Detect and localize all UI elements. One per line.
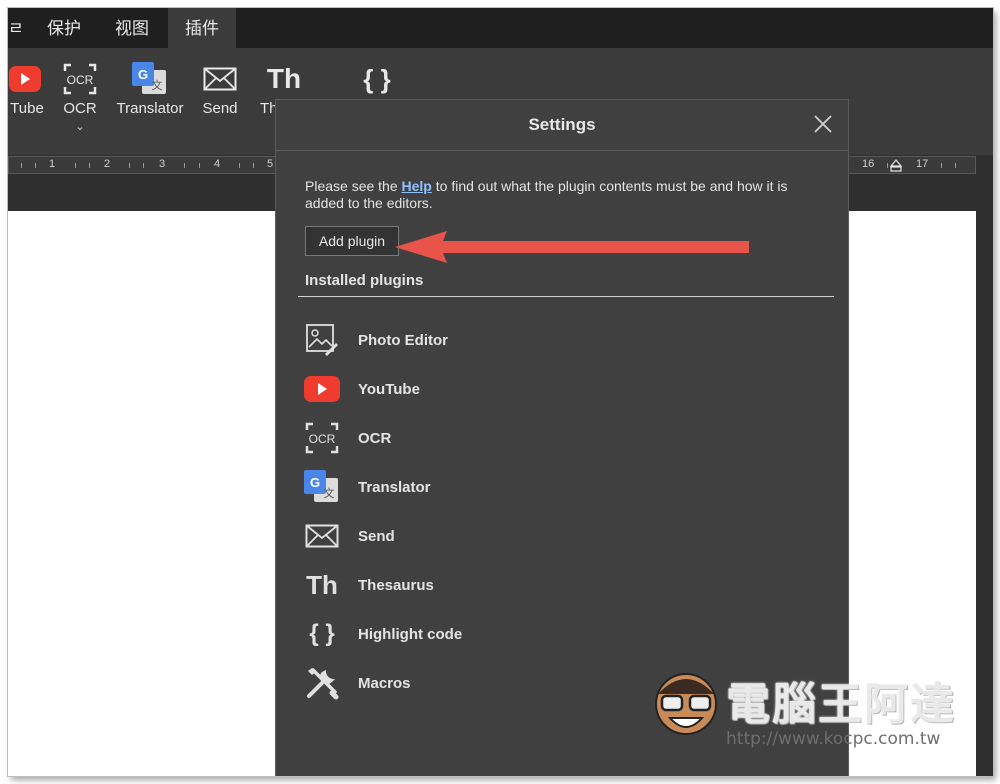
document-page[interactable]	[8, 211, 278, 776]
watermark-text: 電腦王阿達	[726, 680, 956, 729]
tab-view[interactable]: 视图	[106, 8, 158, 48]
ruler-number: 16	[862, 158, 875, 170]
plugin-label: Highlight code	[358, 626, 463, 643]
youtube-icon	[9, 66, 41, 92]
tab-protect[interactable]: 保护	[38, 8, 90, 48]
close-icon[interactable]	[812, 113, 834, 135]
plugin-item-ocr[interactable]: OCR OCR	[304, 420, 604, 460]
plugin-item-macros[interactable]: Macros	[304, 665, 604, 705]
plugin-item-youtube[interactable]: YouTube	[304, 371, 604, 411]
svg-text:G: G	[138, 67, 148, 82]
ribbon-translator-button[interactable]: G 文 Translator	[108, 48, 192, 140]
plugin-item-thesaurus[interactable]: Th Thesaurus	[304, 567, 604, 607]
dialog-title: Settings	[528, 115, 596, 134]
braces-icon: { }	[363, 63, 391, 94]
ribbon-send-label: Send	[202, 100, 238, 117]
ribbon-ocr-label: OCR	[63, 100, 97, 117]
svg-text:文: 文	[324, 486, 335, 500]
photo-editor-icon	[306, 324, 338, 356]
ruler-number: 5	[267, 158, 274, 170]
envelope-icon	[305, 524, 339, 548]
app-window: ㄹ 保护 视图 插件 Tube OCR OCR ⌄ G 文 Translator…	[8, 8, 993, 776]
ocr-icon: OCR	[63, 63, 97, 95]
plugin-label: Translator	[358, 479, 431, 496]
svg-text:G: G	[310, 475, 320, 490]
ruler-number: 1	[49, 158, 56, 170]
translator-icon: G 文	[304, 470, 338, 502]
tools-icon	[307, 668, 339, 700]
svg-text:OCR: OCR	[67, 73, 94, 87]
installed-plugins-heading: Installed plugins	[305, 272, 424, 289]
thesaurus-icon: Th	[266, 63, 302, 94]
ribbon-send-button[interactable]: Send	[196, 48, 244, 140]
ribbon-youtube-button[interactable]: Tube	[8, 48, 52, 140]
svg-text:文: 文	[152, 78, 163, 92]
plugin-item-highlight-code[interactable]: { } Highlight code	[304, 616, 604, 656]
menu-bar: ㄹ 保护 视图 插件	[8, 8, 993, 48]
plugin-label: OCR	[358, 430, 392, 447]
plugin-item-translator[interactable]: G 文 Translator	[304, 469, 604, 509]
plugin-item-photo-editor[interactable]: Photo Editor	[304, 322, 604, 362]
ribbon-ocr-button[interactable]: OCR OCR ⌄	[58, 48, 102, 140]
mascot-logo	[655, 673, 717, 735]
indent-marker-icon[interactable]	[889, 159, 903, 173]
tab-plugins[interactable]: 插件	[168, 8, 236, 48]
ruler-number: 3	[159, 158, 166, 170]
tab-partial[interactable]: ㄹ	[8, 8, 24, 48]
plugin-label: Thesaurus	[358, 577, 434, 594]
plugin-label: Macros	[358, 675, 411, 692]
envelope-icon	[203, 67, 237, 91]
translator-icon: G 文	[132, 62, 166, 94]
plugin-label: Send	[358, 528, 395, 545]
ribbon-translator-label: Translator	[116, 100, 184, 117]
help-link[interactable]: Help	[402, 178, 432, 194]
annotation-arrow	[395, 231, 749, 263]
svg-text:OCR: OCR	[309, 432, 336, 446]
ribbon-youtube-label: Tube	[10, 100, 44, 117]
add-plugin-button[interactable]: Add plugin	[305, 226, 399, 256]
watermark-url: http://www.kocpc.com.tw	[726, 729, 941, 749]
ruler-number: 4	[214, 158, 221, 170]
ruler-number: 17	[916, 158, 929, 170]
dialog-header: Settings	[276, 100, 848, 151]
chevron-down-icon[interactable]: ⌄	[58, 120, 102, 133]
dialog-description: Please see the Help to find out what the…	[305, 178, 788, 211]
plugin-label: YouTube	[358, 381, 420, 398]
youtube-icon	[304, 376, 340, 402]
ruler-number: 2	[104, 158, 111, 170]
plugin-item-send[interactable]: Send	[304, 518, 604, 558]
ocr-icon: OCR	[305, 422, 339, 454]
plugin-label: Photo Editor	[358, 332, 448, 349]
thesaurus-icon: Th	[306, 569, 338, 600]
braces-icon: { }	[309, 620, 335, 647]
divider	[298, 296, 834, 297]
watermark: 電腦王阿達 http://www.kocpc.com.tw	[648, 658, 968, 758]
